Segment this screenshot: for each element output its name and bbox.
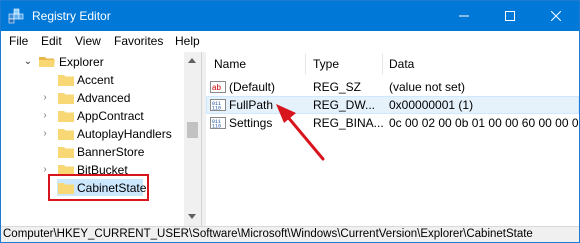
- svg-text:110: 110: [212, 124, 221, 130]
- close-button[interactable]: [533, 1, 579, 31]
- value-row-fullpath[interactable]: 011 110 FullPath REG_DW... 0x00000001 (1…: [206, 96, 579, 114]
- value-type: REG_SZ: [313, 80, 362, 94]
- tree-item-bannerstore[interactable]: BannerStore: [2, 143, 184, 161]
- tree-vertical-scrollbar[interactable]: [184, 52, 201, 226]
- value-row-default[interactable]: ab (Default) REG_SZ (value not set): [206, 78, 579, 96]
- column-header-type[interactable]: Type: [313, 52, 339, 76]
- string-value-icon: ab: [210, 81, 226, 93]
- maximize-button[interactable]: [487, 1, 533, 31]
- scrollbar-thumb[interactable]: [187, 122, 198, 138]
- expand-arrow-icon[interactable]: ›: [40, 128, 50, 139]
- binary-value-icon: 011 110: [210, 117, 226, 130]
- tree-item-label: Advanced: [77, 91, 131, 105]
- status-key-path: Computer\HKEY_CURRENT_USER\Software\Micr…: [3, 228, 533, 240]
- folder-icon: [58, 111, 74, 122]
- scroll-down-arrow-icon[interactable]: [188, 214, 196, 219]
- menu-view[interactable]: View: [75, 34, 101, 48]
- binary-value-icon: 011 110: [210, 99, 226, 112]
- minimize-button[interactable]: [441, 1, 487, 31]
- folder-icon: [58, 147, 74, 158]
- folder-icon: [58, 129, 74, 140]
- value-data: 0c 00 02 00 0b 01 00 00 60 00 00 00: [389, 116, 579, 130]
- svg-text:110: 110: [212, 106, 221, 112]
- tree-item-advanced[interactable]: › Advanced: [2, 89, 184, 107]
- value-type: REG_BINA...: [313, 116, 384, 130]
- folder-icon: [58, 75, 74, 86]
- title-bar[interactable]: Registry Editor: [1, 1, 579, 31]
- collapse-arrow-icon[interactable]: ⌄: [23, 56, 33, 67]
- expand-arrow-icon[interactable]: ›: [40, 110, 50, 121]
- tree-item-label: Explorer: [59, 55, 104, 69]
- maximize-icon: [505, 11, 515, 21]
- registry-editor-window: Registry Editor File Edit View Favorites…: [0, 0, 580, 243]
- menu-edit[interactable]: Edit: [41, 34, 62, 48]
- tree-item-label: BannerStore: [77, 145, 145, 159]
- column-header-name[interactable]: Name: [214, 52, 246, 76]
- close-icon: [551, 11, 561, 21]
- menu-bar: File Edit View Favorites Help: [1, 31, 579, 51]
- folder-icon: [58, 93, 74, 104]
- tree-item-explorer[interactable]: ⌄ Explorer: [2, 53, 184, 71]
- value-data: (value not set): [389, 80, 466, 94]
- menu-favorites[interactable]: Favorites: [114, 34, 163, 48]
- value-data: 0x00000001 (1): [389, 98, 474, 112]
- value-name: FullPath: [229, 98, 274, 112]
- value-name: (Default): [229, 80, 276, 94]
- tree-item-appcontract[interactable]: › AppContract: [2, 107, 184, 125]
- values-pane[interactable]: Name Type Data ab (Default) REG_SZ (valu…: [206, 52, 579, 226]
- tree-item-label: AutoplayHandlers: [77, 127, 172, 141]
- svg-text:ab: ab: [212, 83, 221, 92]
- column-header-data[interactable]: Data: [389, 52, 414, 76]
- expand-arrow-icon[interactable]: ›: [40, 92, 50, 103]
- column-divider[interactable]: [305, 54, 306, 74]
- registry-editor-icon: [8, 8, 24, 24]
- value-row-settings[interactable]: 011 110 Settings REG_BINA... 0c 00 02 00…: [206, 114, 579, 132]
- tree-item-autoplayhandlers[interactable]: › AutoplayHandlers: [2, 125, 184, 143]
- minimize-icon: [459, 15, 469, 17]
- column-divider[interactable]: [382, 54, 383, 74]
- scroll-up-arrow-icon[interactable]: [188, 58, 196, 63]
- menu-help[interactable]: Help: [175, 34, 200, 48]
- value-name: Settings: [229, 116, 273, 130]
- window-title: Registry Editor: [32, 9, 111, 23]
- menu-file[interactable]: File: [9, 34, 28, 48]
- folder-open-icon: [39, 57, 55, 67]
- value-type: REG_DW...: [313, 98, 376, 112]
- status-bar: Computer\HKEY_CURRENT_USER\Software\Micr…: [1, 226, 579, 242]
- tree-item-label: Accent: [77, 73, 114, 87]
- tree-item-accent[interactable]: Accent: [2, 71, 184, 89]
- annotation-highlight-box: [48, 174, 149, 201]
- tree-item-label: AppContract: [77, 109, 144, 123]
